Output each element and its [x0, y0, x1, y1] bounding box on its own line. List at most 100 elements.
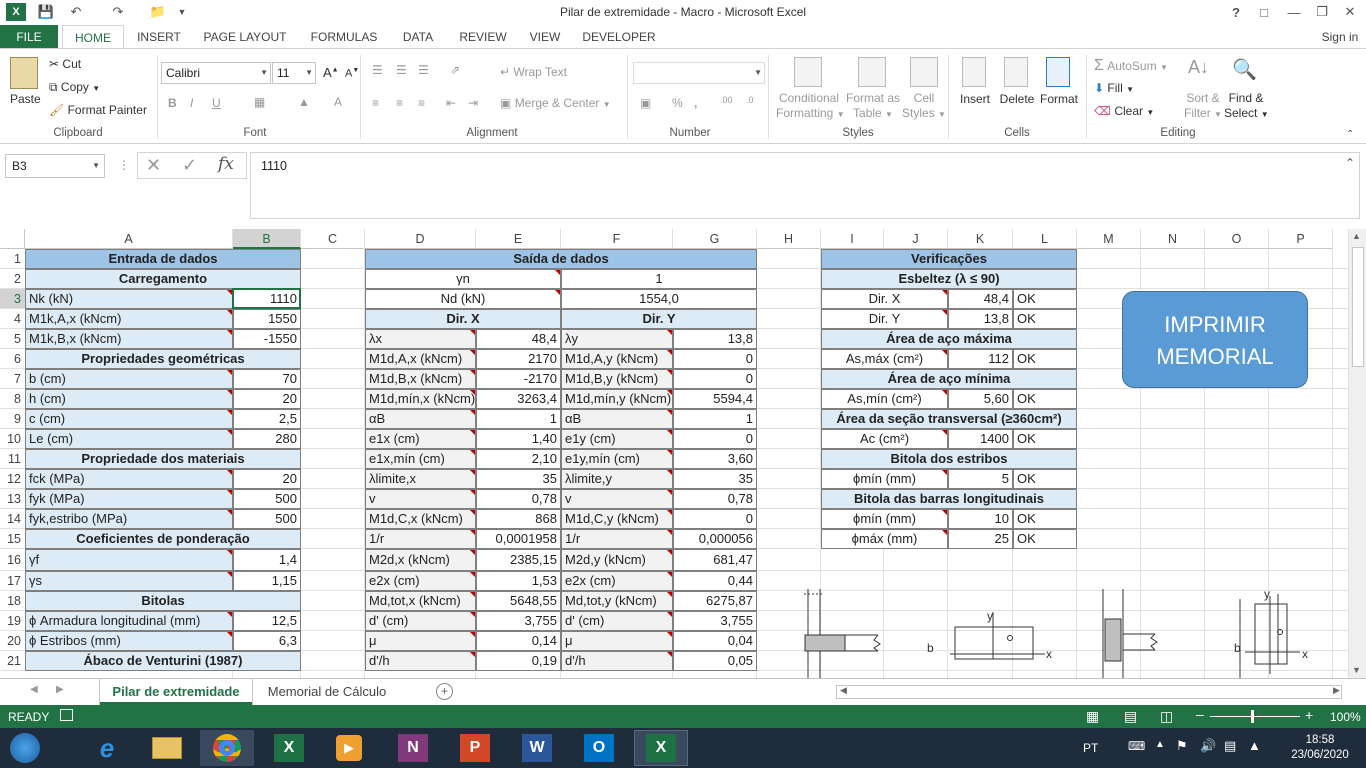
verif-status[interactable]: OK [1013, 529, 1077, 549]
output-value-y[interactable]: 0,000056 [673, 529, 757, 549]
output-label-x[interactable]: e2x (cm) [365, 571, 476, 591]
output-label-y[interactable]: λy [561, 329, 673, 349]
output-value-x[interactable]: 868 [476, 509, 561, 529]
internet-explorer-icon[interactable]: e [80, 730, 134, 766]
verif-section[interactable]: Área de aço mínima [821, 369, 1077, 389]
output-value-y[interactable]: 3,755 [673, 611, 757, 631]
increase-indent-icon[interactable]: ⇥ [468, 96, 478, 110]
output-value-y[interactable]: 3,60 [673, 449, 757, 469]
section-coeficientes[interactable]: Coeficientes de ponderação [25, 529, 301, 549]
output-label-x[interactable]: λx [365, 329, 476, 349]
sort-filter-button[interactable]: Sort & Filter ▼ [1182, 91, 1224, 122]
file-explorer-icon[interactable] [140, 730, 194, 766]
output-label-x[interactable]: e1x,mín (cm) [365, 449, 476, 469]
tab-data[interactable]: DATA [394, 25, 442, 49]
output-value-y[interactable]: 0 [673, 509, 757, 529]
tab-page-layout[interactable]: PAGE LAYOUT [196, 25, 294, 49]
input-label[interactable]: Nk (kN) [25, 289, 233, 309]
ribbon-display-icon[interactable]: □ [1254, 3, 1274, 21]
output-value-y[interactable]: 0 [673, 349, 757, 369]
language-indicator[interactable]: PT [1083, 741, 1098, 755]
verif-value[interactable]: 112 [948, 349, 1013, 369]
row-header-7[interactable]: 7 [0, 369, 25, 389]
output-label-y[interactable]: μ [561, 631, 673, 651]
output-label-y[interactable]: M1d,mín,y (kNcm) [561, 389, 673, 409]
confirm-edit-icon[interactable]: ✓ [182, 155, 197, 176]
help-icon[interactable]: ? [1226, 3, 1246, 21]
verif-status[interactable]: OK [1013, 309, 1077, 329]
verif-label[interactable]: ϕmáx (mm) [821, 529, 948, 549]
verif-value[interactable]: 13,8 [948, 309, 1013, 329]
bold-icon[interactable]: B [168, 96, 177, 110]
output-label-y[interactable]: M1d,A,y (kNcm) [561, 349, 673, 369]
percent-icon[interactable]: % [672, 96, 683, 110]
worksheet-grid[interactable]: ABCDEFGHIJKLMNOP 1 2 3 4 5 6 7 8 9 10 11 12 13 14 15 16… [0, 229, 1348, 678]
powerpoint-icon[interactable]: P [448, 730, 502, 766]
verif-value[interactable]: 5 [948, 469, 1013, 489]
verif-label[interactable]: As,máx (cm²) [821, 349, 948, 369]
output-value-x[interactable]: 0,14 [476, 631, 561, 651]
underline-icon[interactable]: U [212, 96, 221, 110]
tab-home[interactable]: HOME [62, 25, 124, 50]
section-geometricas[interactable]: Propriedades geométricas [25, 349, 301, 369]
output-label-x[interactable]: 1/r [365, 529, 476, 549]
currency-icon[interactable]: ▣ [640, 96, 651, 110]
input-value[interactable]: 280 [233, 429, 301, 449]
verif-label[interactable]: As,mín (cm²) [821, 389, 948, 409]
output-value-y[interactable]: 35 [673, 469, 757, 489]
output-value-y[interactable]: 1 [673, 409, 757, 429]
vertical-scroll-thumb[interactable] [1352, 247, 1364, 367]
fill-color-icon[interactable]: ▲ [298, 95, 310, 109]
verif-status[interactable]: OK [1013, 469, 1077, 489]
number-format-select[interactable]: ▼ [633, 62, 765, 84]
row-header-4[interactable]: 4 [0, 309, 25, 329]
verif-label[interactable]: ϕmín (mm) [821, 469, 948, 489]
input-value[interactable]: 1,15 [233, 571, 301, 591]
output-value-y[interactable]: 0 [673, 369, 757, 389]
output-value-y[interactable]: 6275,87 [673, 591, 757, 611]
column-header-b[interactable]: B [233, 229, 301, 249]
verif-label[interactable]: Dir. Y [821, 309, 948, 329]
input-value[interactable]: 20 [233, 389, 301, 409]
selected-cell-b3[interactable] [232, 288, 301, 309]
row-header-14[interactable]: 14 [0, 509, 25, 529]
align-bottom-icon[interactable]: ☰ [418, 63, 429, 77]
input-label[interactable]: fyk (MPa) [25, 489, 233, 509]
section-bitolas[interactable]: Bitolas [25, 591, 301, 611]
collapse-ribbon-icon[interactable]: ⌃ [1346, 129, 1354, 140]
align-top-icon[interactable]: ☰ [372, 63, 383, 77]
row-header-6[interactable]: 6 [0, 349, 25, 369]
input-label[interactable]: ϕ Armadura longitudinal (mm) [25, 611, 233, 631]
keyboard-icon[interactable]: ⌨ [1128, 739, 1145, 753]
restore-icon[interactable]: ❐ [1312, 3, 1332, 21]
input-label[interactable]: ϕ Estribos (mm) [25, 631, 233, 651]
onenote-icon[interactable]: N [386, 730, 440, 766]
row-header-9[interactable]: 9 [0, 409, 25, 429]
autosum-button[interactable]: AutoSum [1107, 59, 1156, 73]
font-size-select[interactable]: 11 ▼ [272, 62, 316, 84]
output-label-y[interactable]: e1y,mín (cm) [561, 449, 673, 469]
output-value-y[interactable]: 5594,4 [673, 389, 757, 409]
output-value-y[interactable]: 0 [673, 429, 757, 449]
word-icon[interactable]: W [510, 730, 564, 766]
scroll-left-icon[interactable]: ◀ [840, 685, 847, 696]
cancel-edit-icon[interactable]: ✕ [146, 155, 161, 176]
align-middle-icon[interactable]: ☰ [396, 63, 407, 77]
column-header-j[interactable]: J [884, 229, 948, 249]
output-value-x[interactable]: 48,4 [476, 329, 561, 349]
output-label-x[interactable]: M1d,mín,x (kNcm) [365, 389, 476, 409]
output-label-x[interactable]: μ [365, 631, 476, 651]
zoom-level[interactable]: 100% [1330, 710, 1361, 724]
verif-section[interactable]: Área de aço máxima [821, 329, 1077, 349]
output-label-x[interactable]: M2d,x (kNcm) [365, 549, 476, 571]
row-header-5[interactable]: 5 [0, 329, 25, 349]
verif-section[interactable]: Área da seção transversal (≥360cm²) [821, 409, 1077, 429]
macro-record-icon[interactable] [60, 709, 73, 721]
output-value-y[interactable]: 13,8 [673, 329, 757, 349]
input-label[interactable]: b (cm) [25, 369, 233, 389]
align-center-icon[interactable]: ≡ [396, 96, 403, 110]
insert-button[interactable]: Insert [958, 92, 992, 106]
find-select-button[interactable]: Find & Select ▼ [1224, 91, 1269, 122]
column-header-a[interactable]: A [25, 229, 233, 249]
collapse-formula-bar-icon[interactable]: ⌃ [1345, 156, 1355, 170]
